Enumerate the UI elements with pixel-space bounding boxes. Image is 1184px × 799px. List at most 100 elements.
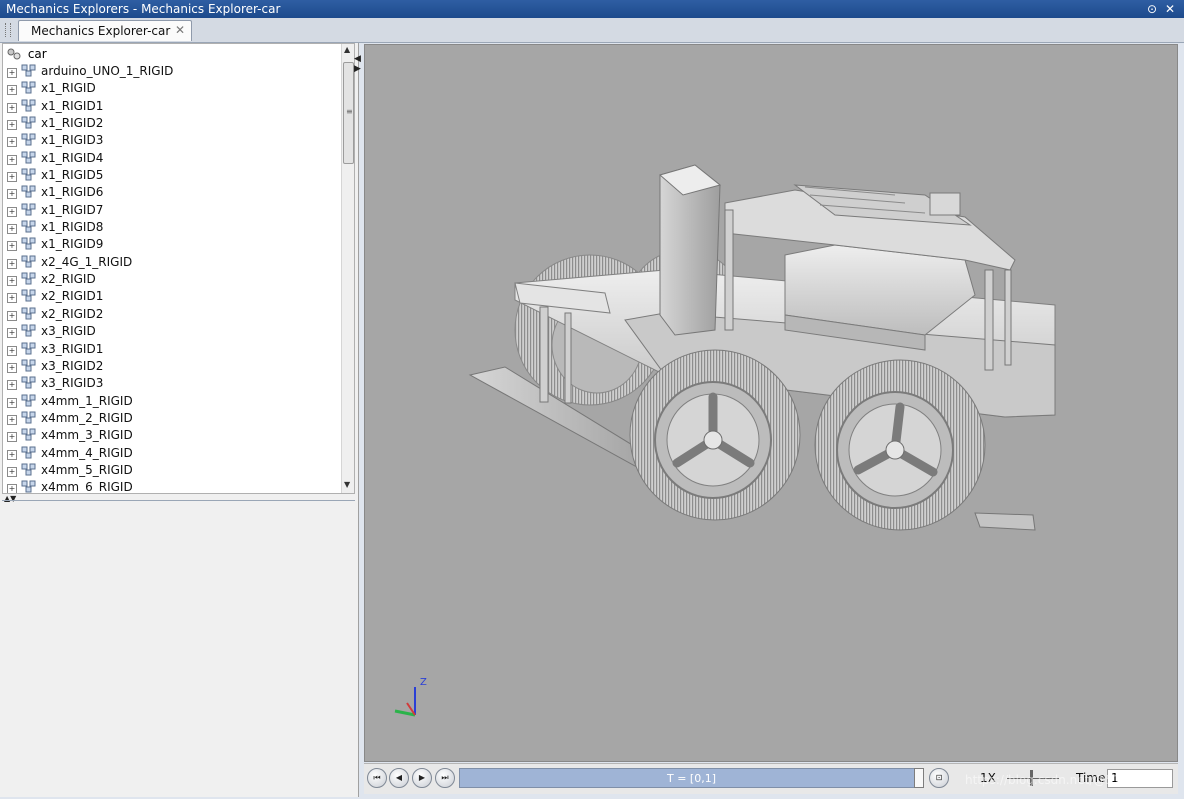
expand-icon[interactable]: + [7,120,17,131]
tree-list: + arduino_UNO_1_RIGID + x1_RIGID + x1_RIGID1 +… [7,63,173,493]
tab-mechanics-explorer-car[interactable]: Mechanics Explorer-car ✕ [18,20,192,41]
expand-icon[interactable]: + [7,137,17,148]
rigid-body-icon [21,64,36,77]
tree-item[interactable]: + x3_RIGID1 [7,341,173,358]
left-pane: car + arduino_UNO_1_RIGID + x1_RIGID + x1_RIG… [0,43,359,797]
rigid-body-icon [21,133,36,146]
tree-item[interactable]: + x4mm_1_RIGID [7,393,173,410]
tree-item[interactable]: + x2_RIGID1 [7,288,173,305]
splitter-arrows-icon[interactable]: ▲▼ [4,494,16,503]
rigid-body-icon [21,255,36,268]
pin-icon[interactable]: ⊙ [1144,0,1160,18]
expand-icon[interactable]: + [7,432,17,443]
rigid-body-icon [21,480,36,493]
tree-item[interactable]: + x4mm_2_RIGID [7,410,173,427]
tree-item[interactable]: + x1_RIGID5 [7,167,173,184]
rigid-body-icon [21,81,36,94]
tree-item[interactable]: + x1_RIGID3 [7,132,173,149]
tabbar-grip[interactable] [5,23,11,37]
tree-item-label: x2_RIGID2 [41,306,104,321]
tree-item[interactable]: + x2_RIGID2 [7,306,173,323]
expand-icon[interactable]: + [7,206,17,217]
tree-item[interactable]: + x4mm_4_RIGID [7,445,173,462]
expand-icon[interactable]: + [7,466,17,477]
tree-item[interactable]: + x1_RIGID2 [7,115,173,132]
scroll-down-icon[interactable]: ▼ [344,480,350,489]
expand-icon[interactable]: + [7,293,17,304]
tree-item-label: x3_RIGID [41,324,96,339]
tree-item[interactable]: + x1_RIGID1 [7,98,173,115]
expand-icon[interactable]: + [7,85,17,96]
car-model-render: Z [394,164,1056,717]
expand-icon[interactable]: + [7,224,17,235]
close-icon[interactable]: ✕ [1162,0,1178,18]
tree-item[interactable]: + x1_RIGID [7,80,173,97]
expand-icon[interactable]: + [7,172,17,183]
window-title: Mechanics Explorers - Mechanics Explorer… [6,2,281,16]
expand-icon[interactable]: + [7,102,17,113]
tree-item[interactable]: + x4mm_3_RIGID [7,427,173,444]
rigid-body-icon [21,411,36,424]
pane-splitter[interactable] [2,500,355,501]
tree-item[interactable]: + x1_RIGID4 [7,150,173,167]
tree-item[interactable]: + x3_RIGID2 [7,358,173,375]
tree-item-label: x1_RIGID4 [41,150,104,165]
expand-icon[interactable]: + [7,380,17,391]
tab-label: Mechanics Explorer-car [31,24,171,38]
expand-icon[interactable]: + [7,328,17,339]
step-back-button[interactable]: ◀ [389,768,409,788]
rigid-body-icon [21,359,36,372]
time-progress-bar[interactable]: T = [0,1] [459,768,924,788]
scroll-grip-icon: ≡ [346,107,353,116]
tree-item[interactable]: + x1_RIGID7 [7,202,173,219]
expand-icon[interactable]: + [7,414,17,425]
expand-icon[interactable]: + [7,276,17,287]
tree-scrollbar[interactable]: ▲ ≡ ▼ [341,44,354,493]
axis-triad [394,687,416,717]
expand-icon[interactable]: + [7,397,17,408]
progress-handle[interactable] [914,768,924,788]
expand-icon[interactable]: + [7,241,17,252]
tree-item[interactable]: + x3_RIGID3 [7,375,173,392]
scroll-up-icon[interactable]: ▲ [344,45,350,54]
3d-viewport[interactable]: Z [364,44,1178,762]
rigid-body-icon [21,324,36,337]
tree-item-label: x1_RIGID3 [41,133,104,148]
scroll-thumb[interactable]: ≡ [343,62,354,164]
tree-item[interactable]: + x2_RIGID [7,271,173,288]
tree-item[interactable]: + x1_RIGID8 [7,219,173,236]
tree-item[interactable]: + x4mm_6_RIGID [7,479,173,493]
step-forward-button[interactable]: ⏭ [435,768,455,788]
expand-icon[interactable]: + [7,310,17,321]
tree-item-label: x1_RIGID5 [41,168,104,183]
tree-item[interactable]: + x1_RIGID9 [7,236,173,253]
expand-icon[interactable]: + [7,189,17,200]
tree-item[interactable]: + arduino_UNO_1_RIGID [7,63,173,80]
tree-item[interactable]: + x4mm_5_RIGID [7,462,173,479]
watermark: https://blog.csdn.net/@51CTO博客 [965,773,1170,787]
collapse-panel-icon[interactable]: ◀ ▶ [354,54,361,74]
expand-icon[interactable]: + [7,345,17,356]
tree-item[interactable]: + x3_RIGID [7,323,173,340]
expand-icon[interactable]: + [7,68,17,78]
tree-item-label: x4mm_3_RIGID [41,428,133,443]
model-tree: car + arduino_UNO_1_RIGID + x1_RIGID + x1_RIG… [2,43,355,494]
tree-item-label: x1_RIGID8 [41,220,104,235]
skip-start-button[interactable]: ⏮ [367,768,387,788]
tree-item-label: x3_RIGID2 [41,358,104,373]
expand-icon[interactable]: + [7,362,17,373]
tree-item-label: x3_RIGID1 [41,341,104,356]
play-button[interactable]: ▶ [412,768,432,788]
tree-item-label: x1_RIGID2 [41,116,104,131]
expand-icon[interactable]: + [7,484,17,493]
tree-item[interactable]: + x1_RIGID6 [7,184,173,201]
tree-item-label: x2_RIGID1 [41,289,104,304]
expand-icon[interactable]: + [7,258,17,269]
tab-close-icon[interactable]: ✕ [175,23,185,37]
expand-icon[interactable]: + [7,449,17,460]
expand-icon[interactable]: + [7,154,17,165]
record-button[interactable]: ⊡ [929,768,949,788]
tree-item-label: x1_RIGID7 [41,202,104,217]
tree-root[interactable]: car [7,46,47,63]
tree-item[interactable]: + x2_4G_1_RIGID [7,254,173,271]
